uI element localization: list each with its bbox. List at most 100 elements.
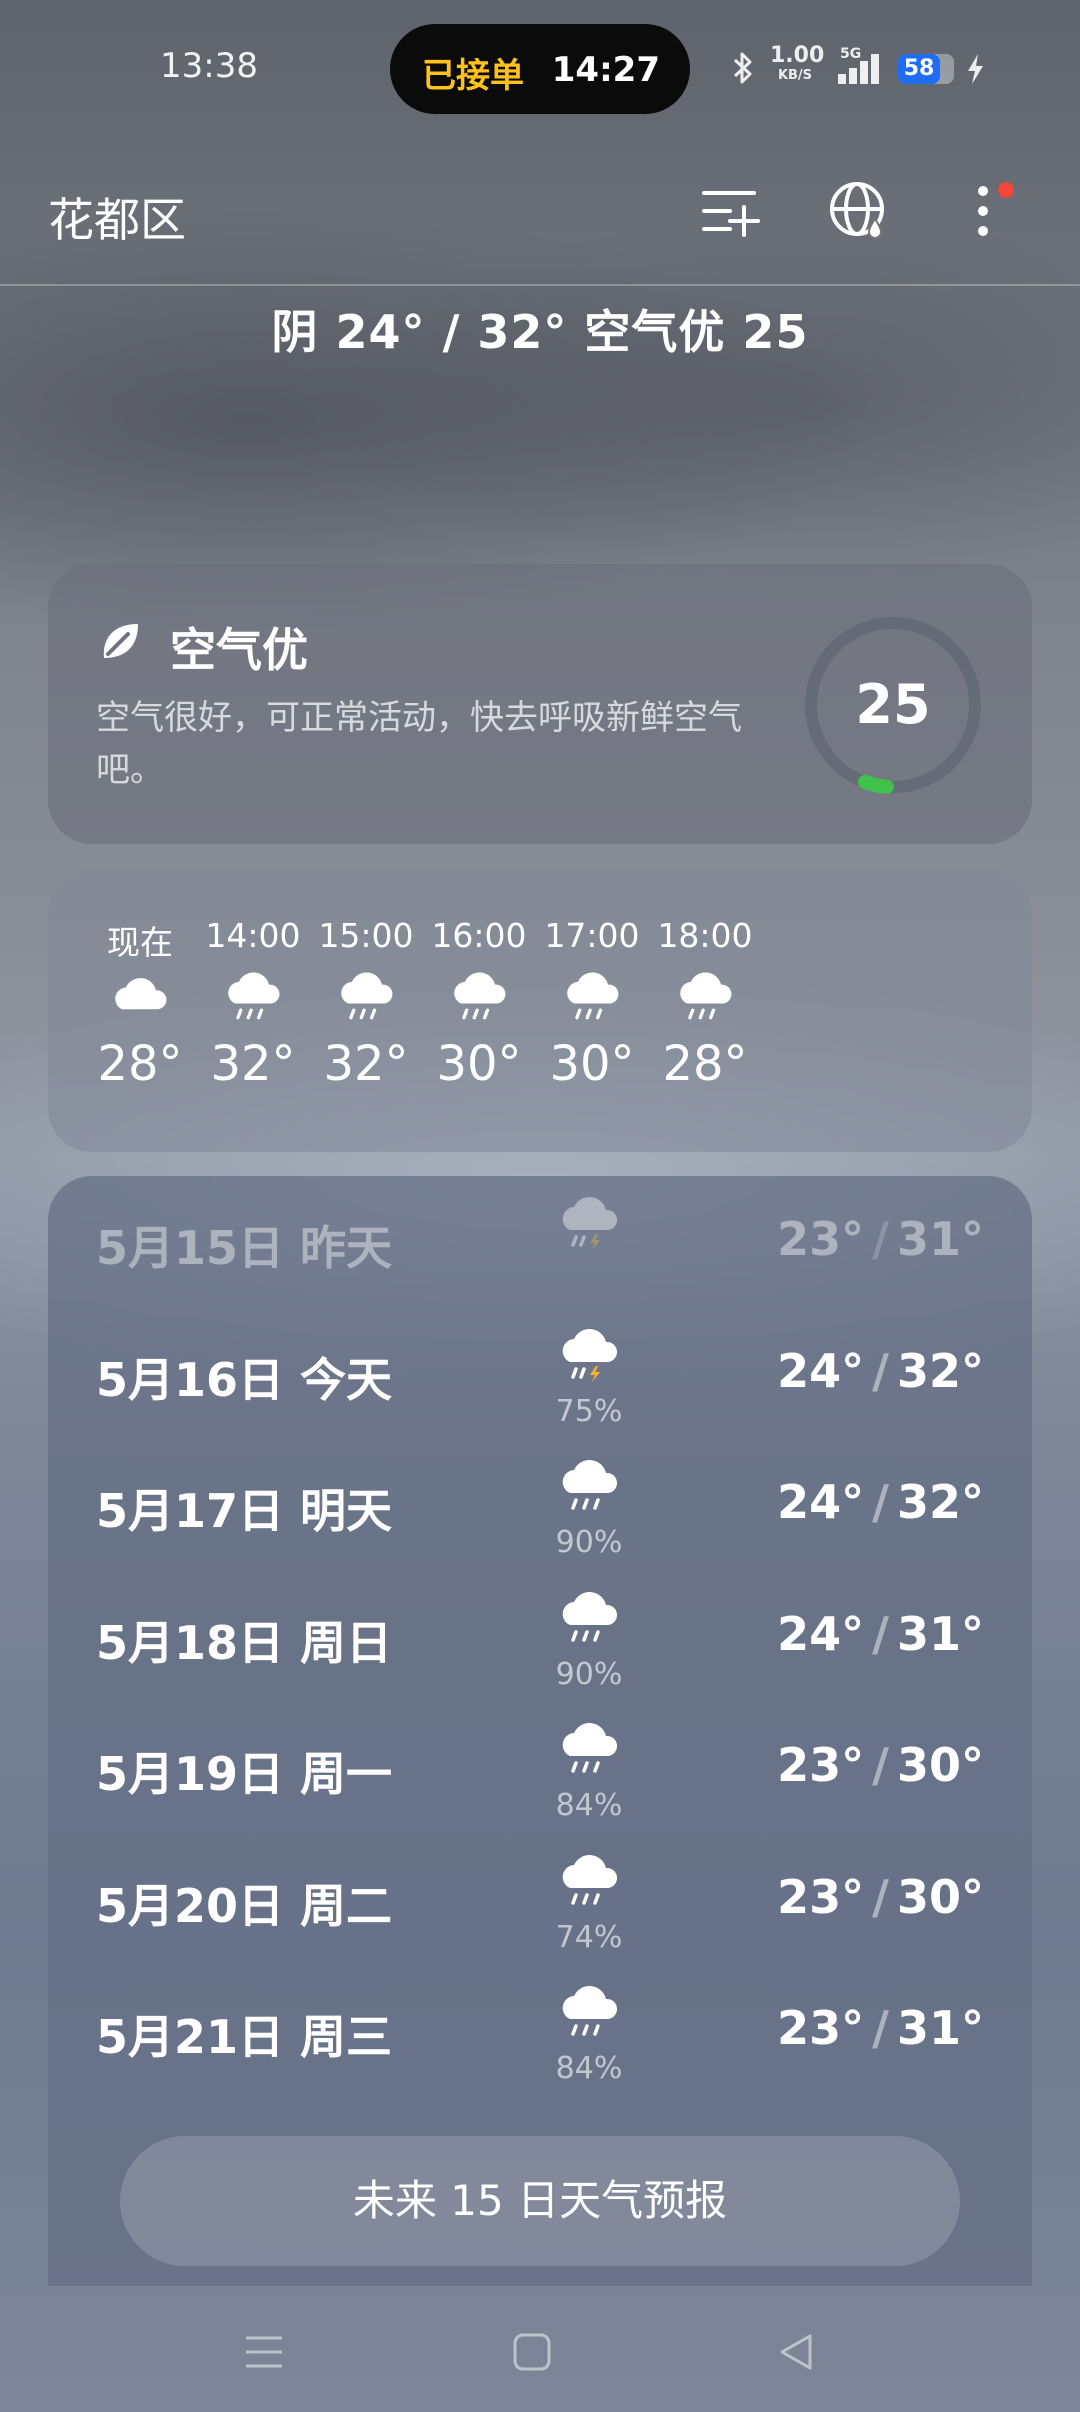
daily-date: 5月19日 周一 (96, 1747, 393, 1801)
daily-low: 23° (777, 1738, 865, 1792)
hourly-item: 18:00 28° (645, 916, 765, 1092)
hourly-time: 17:00 (544, 916, 640, 955)
temp-separator: / (872, 1343, 889, 1398)
daily-date: 5月18日 周日 (96, 1615, 393, 1670)
daily-low: 24° (777, 1606, 865, 1661)
leaf-icon (103, 624, 138, 658)
hourly-forecast-card[interactable]: 现在 28° 14:00 32° 15:00 32° 16:00 30° 17:00 30° 18:… (48, 870, 1032, 1152)
hourly-time: 14:00 (205, 916, 301, 955)
daily-low: 23° (777, 1212, 865, 1266)
daily-high: 32° (896, 1343, 984, 1398)
app-header: 花都区 (0, 140, 1080, 286)
daily-row[interactable]: 5月18日 周日 90% 24°/31° (48, 1579, 1032, 1709)
manage-cities-icon (702, 191, 760, 237)
thunderstorm-icon (554, 1192, 624, 1262)
daily-row[interactable]: 5月19日 周一 84% 23°/30° (48, 1710, 1032, 1840)
rain-icon (306, 956, 426, 1036)
daily-temp-range: 23°/31° (777, 1212, 984, 1266)
daily-high: 30° (896, 1738, 984, 1792)
temp-separator: / (872, 1738, 889, 1792)
status-bar: 13:38 已接单 14:27 1.00 KB/S 5G 58 (0, 0, 1080, 140)
temp-separator: / (872, 2001, 889, 2055)
rain-icon (554, 1981, 624, 2051)
rain-icon (554, 1455, 624, 1525)
order-status-time: 14:27 (551, 50, 660, 90)
daily-low: 24° (777, 1475, 865, 1529)
charging-icon (968, 54, 983, 84)
signal-icon (838, 54, 879, 84)
rain-icon (554, 1587, 624, 1657)
daily-date: 5月16日 今天 (96, 1352, 393, 1407)
hourly-item: 14:00 32° (193, 916, 313, 1092)
temp-separator: / (872, 1475, 889, 1529)
daily-high: 31° (896, 1606, 984, 1661)
notification-dot (998, 182, 1014, 198)
daily-temp-range: 24°/32° (777, 1475, 984, 1529)
hourly-time: 15:00 (318, 916, 414, 955)
daily-row[interactable]: 5月20日 周二 74% 23°/30° (48, 1842, 1032, 1972)
home-button[interactable] (502, 2322, 562, 2382)
thunderstorm-icon (554, 1324, 624, 1394)
battery-level: 58 (898, 54, 940, 84)
daily-date: 5月17日 明天 (96, 1484, 393, 1538)
cloud-icon (80, 956, 200, 1036)
daily-row[interactable]: 5月15日 昨天 23°/31° (48, 1184, 1032, 1314)
fifteen-day-forecast-button[interactable]: 未来 15 日天气预报 (120, 2136, 960, 2266)
city-name[interactable]: 花都区 (48, 184, 186, 250)
net-speed-unit: KB/S (777, 68, 813, 83)
hourly-item: 现在 28° (80, 916, 200, 1092)
daily-high: 31° (896, 2001, 984, 2055)
more-button[interactable] (948, 176, 1018, 246)
menu-icon (246, 2336, 282, 2368)
rain-icon (554, 1850, 624, 1920)
bluetooth-icon (733, 52, 752, 84)
daily-temp-range: 23°/30° (777, 1738, 984, 1792)
air-quality-title: 空气优 (170, 623, 308, 677)
daily-high: 32° (896, 1475, 984, 1529)
precipitation-chance: 84% (555, 2051, 623, 2086)
daily-row[interactable]: 5月16日 今天 75% 24°/32° (48, 1316, 1032, 1446)
air-quality-description: 空气很好，可正常活动，快去呼吸新鲜空气吧。 (96, 698, 742, 790)
status-time: 13:38 (160, 46, 258, 86)
aqi-value: 25 (855, 673, 931, 736)
order-status-label: 已接单 (422, 56, 524, 96)
daily-low: 23° (777, 2001, 865, 2055)
precipitation-chance: 90% (555, 1525, 623, 1560)
status-icons: 1.00 KB/S 5G 58 (730, 45, 1060, 88)
daily-date: 5月20日 周二 (96, 1878, 393, 1933)
hourly-time: 现在 (107, 923, 173, 962)
manage-cities-button[interactable] (696, 176, 766, 246)
back-icon (780, 2334, 812, 2370)
temp-separator: / (872, 1869, 889, 1924)
hourly-item: 15:00 32° (306, 916, 426, 1092)
precipitation-chance: 84% (555, 1788, 623, 1823)
daily-temp-range: 24°/31° (777, 1607, 984, 1661)
hourly-item: 16:00 30° (419, 916, 539, 1092)
precipitation-chance: 90% (555, 1656, 623, 1692)
daily-row[interactable]: 5月17日 明天 90% 24°/32° (48, 1447, 1032, 1577)
hourly-temp: 32° (210, 1036, 296, 1092)
air-quality-card[interactable]: 空气优 空气很好，可正常活动，快去呼吸新鲜空气吧。 25 (48, 564, 1032, 844)
globe-button[interactable] (824, 176, 894, 246)
daily-low: 23° (777, 1869, 865, 1924)
rain-icon (554, 1718, 624, 1788)
hourly-temp: 28° (662, 1036, 748, 1092)
net-speed: 1.00 KB/S (770, 45, 824, 86)
daily-date: 5月15日 昨天 (96, 1221, 393, 1275)
more-icon (978, 186, 988, 236)
precipitation-chance: 75% (555, 1393, 623, 1429)
hourly-item: 17:00 30° (532, 916, 652, 1092)
rain-icon (532, 956, 652, 1036)
daily-row[interactable]: 5月21日 周三 84% 23°/31° (48, 1973, 1032, 2103)
net-speed-value: 1.00 (770, 43, 825, 68)
back-button[interactable] (766, 2322, 826, 2382)
daily-date: 5月21日 周三 (96, 2010, 393, 2064)
daily-temp-range: 23°/31° (777, 2001, 984, 2055)
hourly-time: 18:00 (657, 916, 753, 955)
order-status-pill[interactable]: 已接单 14:27 (390, 24, 690, 114)
precipitation-chance: 74% (555, 1919, 623, 1955)
home-icon (513, 2333, 551, 2371)
daily-forecast-card: 未来 15 日天气预报 5月15日 昨天 23°/31° 5月16日 今天 75% 24… (48, 1176, 1032, 2286)
globe-icon (830, 182, 884, 239)
recent-apps-button[interactable] (234, 2322, 294, 2382)
